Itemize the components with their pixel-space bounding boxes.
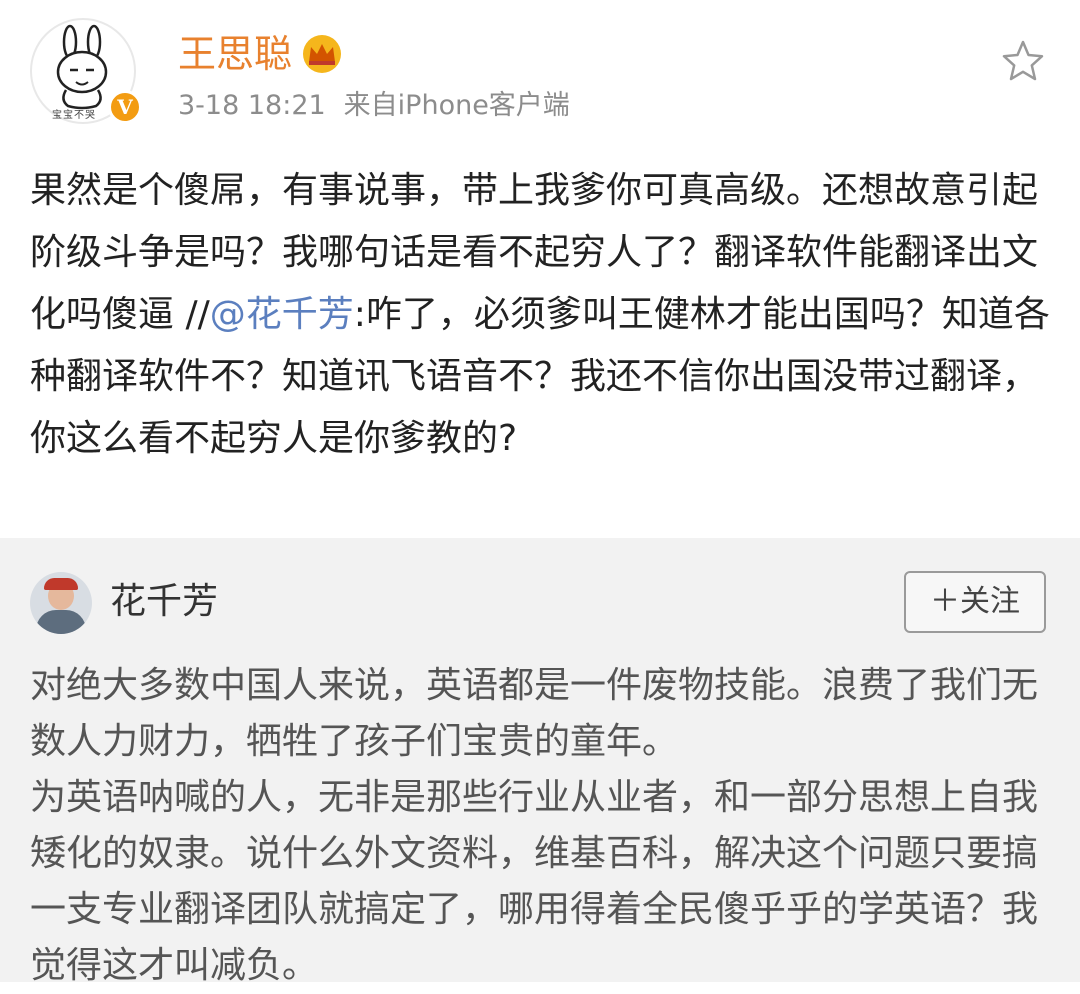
post-source: 来自iPhone客户端 — [343, 90, 570, 121]
star-icon[interactable] — [1000, 38, 1046, 84]
original-post-body: 对绝大多数中国人来说，英语都是一件废物技能。浪费了我们无数人力财力，牺牲了孩子们… — [30, 658, 1060, 994]
original-user-avatar[interactable] — [30, 572, 92, 634]
post-time: 3-18 18:21 — [178, 90, 326, 121]
follow-button[interactable]: ＋关注 — [904, 571, 1046, 633]
post-body: 果然是个傻屌，有事说事，带上我爹你可真高级。还想故意引起阶级斗争是吗？我哪句话是… — [30, 160, 1054, 470]
post-meta: 3-18 18:21 来自iPhone客户端 — [178, 88, 570, 124]
user-avatar[interactable]: 宝宝不哭 V — [30, 18, 142, 124]
avatar-cap-shape — [44, 578, 78, 590]
weibo-post: 宝宝不哭 V 王思聪 3-18 18:21 来自iPhone客户端 果然是个傻屌，… — [0, 0, 1080, 538]
original-paragraph: 对绝大多数中国人来说，英语都是一件废物技能。浪费了我们无数人力财力，牺牲了孩子们… — [30, 665, 1039, 762]
mention-link[interactable]: @花千芳 — [210, 294, 354, 335]
verified-badge: V — [108, 90, 142, 124]
post-username[interactable]: 王思聪 — [178, 30, 292, 78]
avatar-body-shape — [36, 610, 86, 634]
original-username[interactable]: 花千芳 — [110, 578, 218, 626]
original-paragraph: 为英语呐喊的人，无非是那些行业从业者，和一部分思想上自我矮化的奴隶。说什么外文资… — [30, 777, 1039, 986]
avatar-caption: 宝宝不哭 — [52, 110, 96, 121]
crown-icon — [303, 35, 341, 73]
